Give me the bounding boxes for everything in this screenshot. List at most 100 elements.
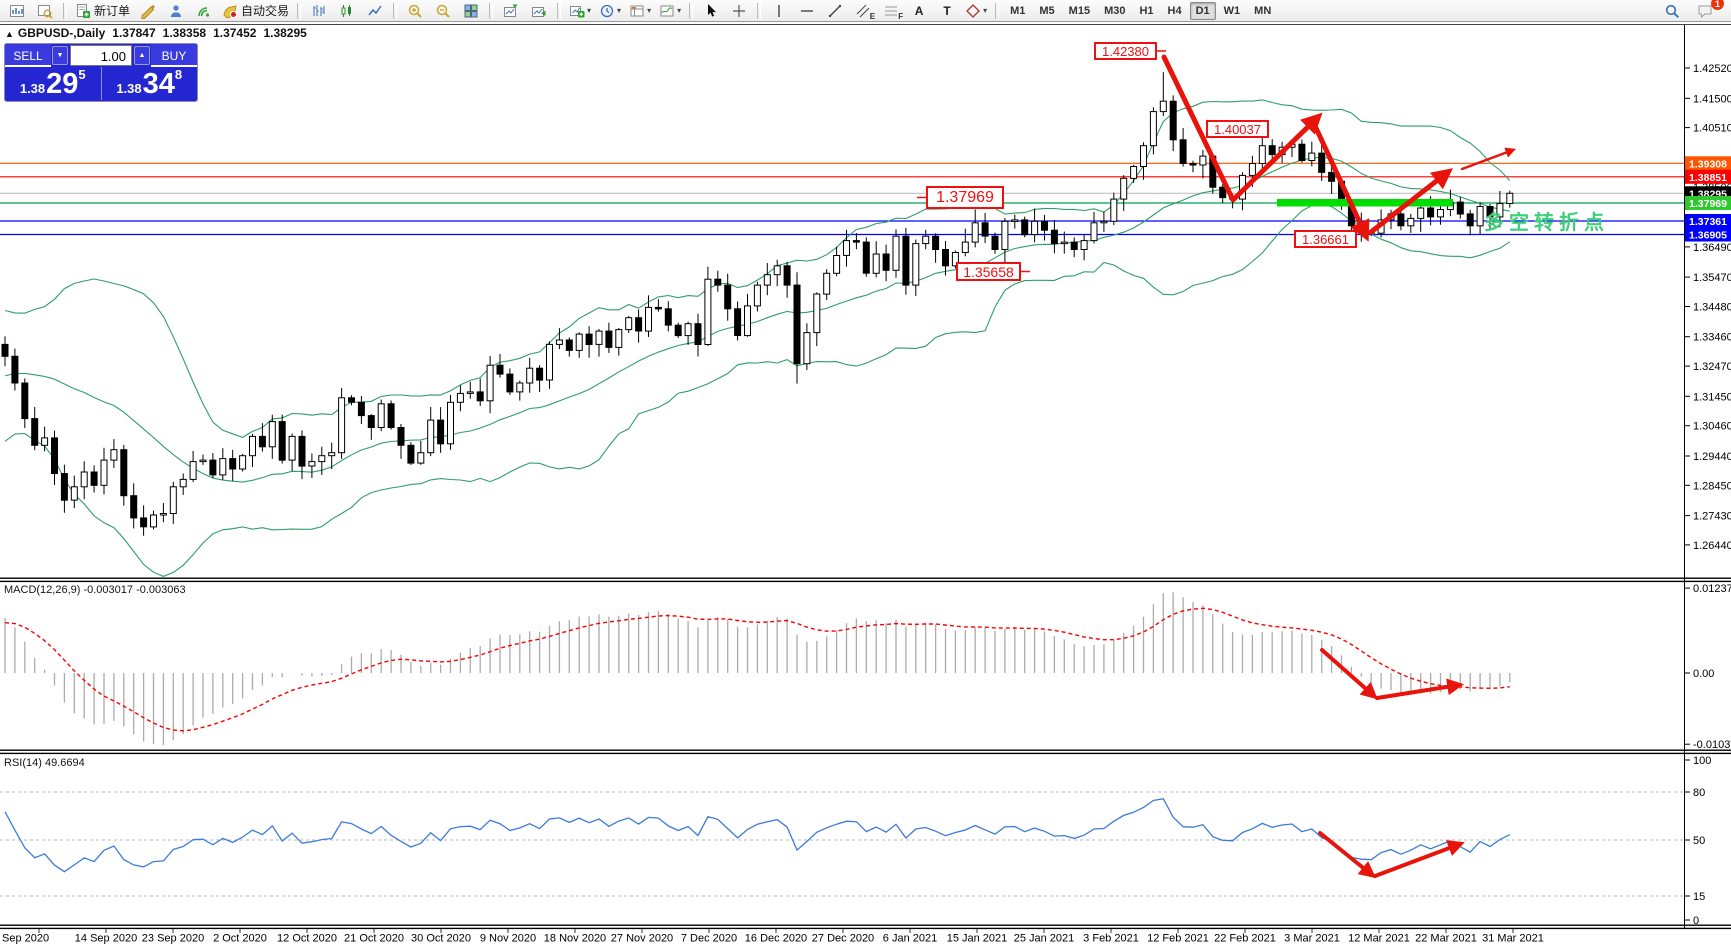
timeframe-W1[interactable]: W1	[1218, 2, 1247, 20]
one-click-trading-panel: SELL ▼ 1.00 ▲ BUY 1.38 29 5 1.38 34 8	[4, 43, 198, 102]
svg-text:12 Feb 2021: 12 Feb 2021	[1147, 933, 1209, 945]
toolbar-separator	[689, 2, 694, 19]
signal-button[interactable]	[191, 0, 217, 21]
auto-trading-button[interactable]: 自动交易	[219, 0, 292, 21]
toolbar-separator	[393, 2, 398, 19]
notifications-button[interactable]: 1	[1692, 0, 1724, 21]
timeframe-M30[interactable]: M30	[1098, 2, 1131, 20]
volume-up-button[interactable]: ▲	[134, 46, 150, 65]
timeframe-M5[interactable]: M5	[1033, 2, 1060, 20]
svg-text:1.27430: 1.27430	[1693, 511, 1731, 523]
price-annotation[interactable]: 1.42380	[1094, 42, 1157, 60]
channel-tool-button[interactable]: E	[850, 0, 876, 21]
crosshair-button[interactable]	[726, 0, 752, 21]
svg-text:18 Nov 2020: 18 Nov 2020	[544, 933, 606, 945]
candle-chart-button[interactable]	[334, 0, 360, 21]
zoom-in-button[interactable]	[402, 0, 428, 21]
timeframe-H1[interactable]: H1	[1133, 2, 1159, 20]
price-annotation[interactable]: 1.40037	[1206, 120, 1269, 138]
indicators-button[interactable]: ▾	[656, 0, 684, 21]
svg-text:0.012372: 0.012372	[1693, 583, 1731, 595]
svg-text:12 Oct 2020: 12 Oct 2020	[277, 933, 337, 945]
tile-windows-icon	[464, 4, 478, 17]
trend-line-button[interactable]	[822, 0, 848, 21]
svg-text:3 Mar 2021: 3 Mar 2021	[1284, 933, 1340, 945]
svg-text:1.34480: 1.34480	[1693, 302, 1731, 314]
vertical-line-button[interactable]	[766, 0, 792, 21]
publisher-icon	[171, 4, 182, 17]
toolbar-separator	[757, 2, 762, 19]
new-order-label: 新订单	[94, 4, 131, 18]
market-watch-button[interactable]	[32, 0, 58, 21]
cursor-button[interactable]	[698, 0, 724, 21]
crosshair-icon	[733, 4, 746, 17]
fibonacci-tool-button[interactable]: F	[878, 0, 904, 21]
timeframe-M1[interactable]: M1	[1004, 2, 1031, 20]
new-chart-button[interactable]: ▾	[566, 0, 594, 21]
periods-button[interactable]: ▾	[596, 0, 624, 21]
svg-text:22 Mar 2021: 22 Mar 2021	[1415, 933, 1477, 945]
bar-chart-button[interactable]	[306, 0, 332, 21]
label-tool-button[interactable]: T	[934, 0, 960, 21]
buy-price[interactable]: 1.38 34 8	[100, 67, 198, 100]
svg-text:1.39308: 1.39308	[1689, 158, 1727, 170]
new-order-button[interactable]: 新订单	[72, 0, 133, 21]
svg-text:1.28450: 1.28450	[1693, 480, 1731, 492]
chart-canvas[interactable]: 1.425201.415001.405101.394001.385001.364…	[0, 0, 1731, 946]
toolbar-separator	[63, 2, 67, 19]
turning-point-note[interactable]: 多空转折点	[1484, 206, 1609, 235]
price-annotation[interactable]: 1.36661	[1294, 230, 1357, 248]
sell-price[interactable]: 1.38 29 5	[5, 67, 101, 100]
collapse-triangle-icon[interactable]: ▲	[5, 29, 14, 39]
shapes-button[interactable]: ▾	[962, 0, 990, 21]
horizontal-line-button[interactable]	[794, 0, 820, 21]
line-chart-button[interactable]	[362, 0, 388, 21]
svg-text:7 Dec 2020: 7 Dec 2020	[681, 933, 737, 945]
ohlc-high: 1.38358	[162, 26, 207, 40]
auto-scroll-button[interactable]	[526, 0, 552, 21]
chart-file-button[interactable]	[4, 0, 30, 21]
publisher-button[interactable]	[163, 0, 189, 21]
svg-text:14 Sep 2020: 14 Sep 2020	[75, 933, 137, 945]
svg-text:16 Dec 2020: 16 Dec 2020	[745, 933, 807, 945]
svg-text:12 Mar 2021: 12 Mar 2021	[1348, 933, 1410, 945]
zoom-out-button[interactable]	[430, 0, 456, 21]
tile-windows-button[interactable]	[458, 0, 484, 21]
timeframe-M15[interactable]: M15	[1063, 2, 1096, 20]
dropdown-arrow-icon: ▾	[587, 6, 592, 15]
ohlc-low: 1.37452	[213, 26, 257, 40]
price-annotation[interactable]: 1.37969	[926, 186, 1004, 209]
toolbar-right: 1	[1658, 0, 1726, 21]
svg-text:9 Nov 2020: 9 Nov 2020	[480, 933, 536, 945]
svg-text:1.26440: 1.26440	[1693, 540, 1731, 552]
timeframe-MN[interactable]: MN	[1248, 2, 1277, 20]
trend-line-icon	[828, 4, 842, 17]
candle-chart-icon	[341, 4, 352, 17]
buy-button[interactable]: BUY	[151, 44, 197, 67]
search-icon[interactable]	[1659, 0, 1685, 21]
horizontal-line-icon	[801, 9, 814, 12]
templates-button[interactable]: ▾	[626, 0, 654, 21]
crayon-button[interactable]	[135, 0, 161, 21]
svg-text:15: 15	[1693, 891, 1705, 903]
dropdown-arrow-icon: ▾	[617, 6, 622, 15]
volume-input[interactable]: 1.00	[70, 45, 132, 66]
periods-icon	[600, 4, 614, 17]
svg-text:1.36490: 1.36490	[1693, 242, 1731, 254]
svg-text:15 Jan 2021: 15 Jan 2021	[947, 933, 1008, 945]
toolbar-separator	[489, 2, 494, 19]
price-annotation[interactable]: 1.35658	[956, 262, 1021, 281]
dropdown-arrow-icon: ▾	[677, 6, 682, 15]
timeframe-D1[interactable]: D1	[1189, 1, 1216, 20]
svg-text:27 Dec 2020: 27 Dec 2020	[812, 933, 874, 945]
macd-label: MACD(12,26,9) -0.003017 -0.003063	[4, 584, 186, 596]
timeframe-H4[interactable]: H4	[1162, 2, 1188, 20]
volume-down-button[interactable]: ▼	[52, 46, 68, 65]
toolbar-separator	[297, 2, 302, 19]
cursor-icon	[708, 3, 717, 17]
sell-button[interactable]: SELL	[5, 44, 51, 67]
text-tool-button[interactable]: A	[906, 0, 932, 21]
chart-shift-button[interactable]	[498, 0, 524, 21]
channel-tool-letter: E	[869, 12, 876, 21]
sell-price-small: 1.38	[19, 81, 46, 96]
